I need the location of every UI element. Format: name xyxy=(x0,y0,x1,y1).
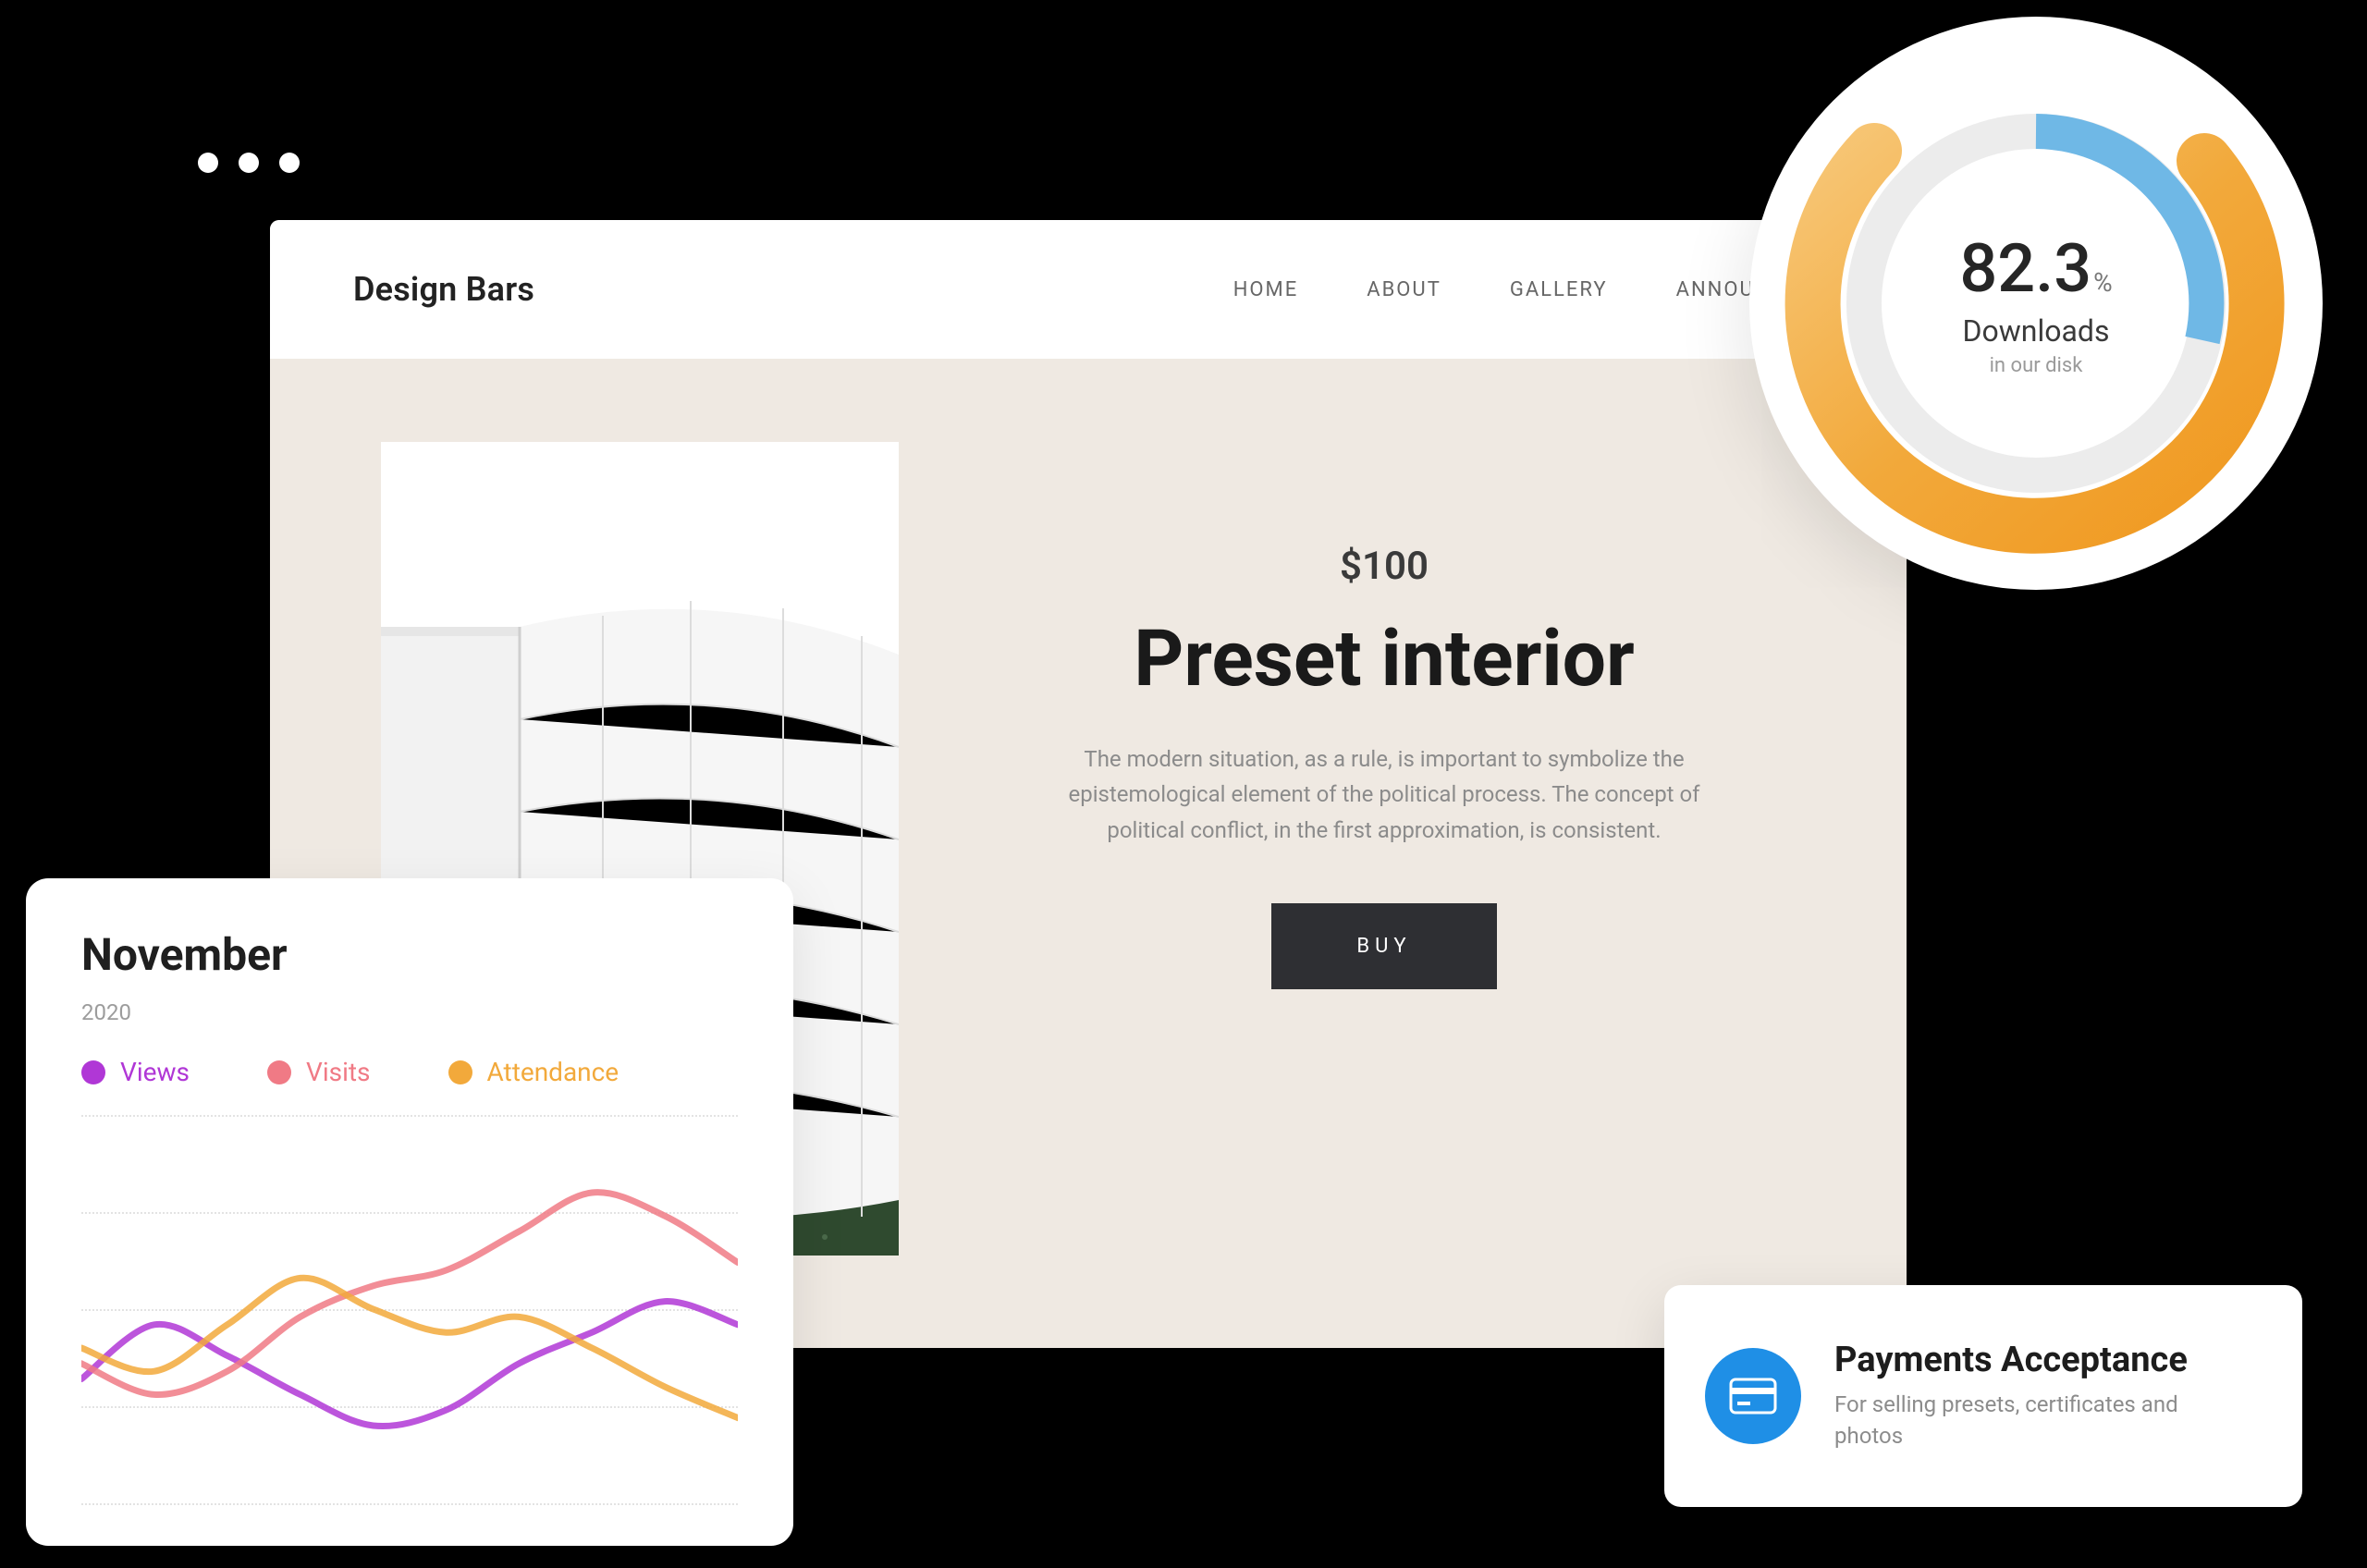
site-brand: Design Bars xyxy=(353,270,534,309)
donut-sublabel: in our disk xyxy=(1959,354,2112,377)
product-price: $100 xyxy=(954,544,1814,589)
legend-item-views[interactable]: Views xyxy=(81,1057,190,1087)
site-header: Design Bars HOME ABOUT GALLERY ANNOUNCEM… xyxy=(270,220,1907,359)
analytics-year: 2020 xyxy=(81,999,738,1025)
payments-title: Payments Acceptance xyxy=(1834,1340,2232,1380)
donut-value: 82.3 xyxy=(1959,229,2091,308)
window-dot-icon xyxy=(279,153,300,173)
legend-item-attendance[interactable]: Attendance xyxy=(448,1057,619,1087)
window-traffic-lights xyxy=(198,153,300,173)
product-description: The modern situation, as a rule, is impo… xyxy=(1042,741,1726,848)
donut-label: Downloads xyxy=(1959,313,2112,349)
analytics-line-chart xyxy=(81,1115,738,1503)
legend-label: Attendance xyxy=(487,1057,619,1087)
nav-link-home[interactable]: HOME xyxy=(1233,278,1299,301)
legend-dot-icon xyxy=(448,1060,472,1084)
payments-subtitle: For selling presets, certificates and ph… xyxy=(1834,1390,2232,1452)
legend-item-visits[interactable]: Visits xyxy=(267,1057,371,1087)
nav-link-about[interactable]: ABOUT xyxy=(1367,278,1441,301)
payments-feature-card: Payments Acceptance For selling presets,… xyxy=(1664,1285,2302,1507)
legend-dot-icon xyxy=(267,1060,291,1084)
analytics-title: November xyxy=(81,928,738,981)
hero-text-block: $100 Preset interior The modern situatio… xyxy=(954,442,1814,1256)
window-dot-icon xyxy=(198,153,218,173)
legend-label: Views xyxy=(120,1057,190,1087)
analytics-card: November 2020 Views Visits Attendance xyxy=(26,878,793,1546)
buy-button[interactable]: BUY xyxy=(1271,903,1496,989)
window-dot-icon xyxy=(239,153,259,173)
analytics-legend: Views Visits Attendance xyxy=(81,1057,738,1087)
credit-card-icon xyxy=(1705,1348,1801,1444)
donut-percent-symbol: % xyxy=(2093,267,2113,298)
site-nav: HOME ABOUT GALLERY ANNOUNCEME xyxy=(1233,278,1833,301)
downloads-donut-widget: 82.3% Downloads in our disk xyxy=(1749,17,2323,590)
nav-link-gallery[interactable]: GALLERY xyxy=(1510,278,1608,301)
legend-label: Visits xyxy=(306,1057,371,1087)
legend-dot-icon xyxy=(81,1060,105,1084)
product-title: Preset interior xyxy=(954,613,1814,704)
